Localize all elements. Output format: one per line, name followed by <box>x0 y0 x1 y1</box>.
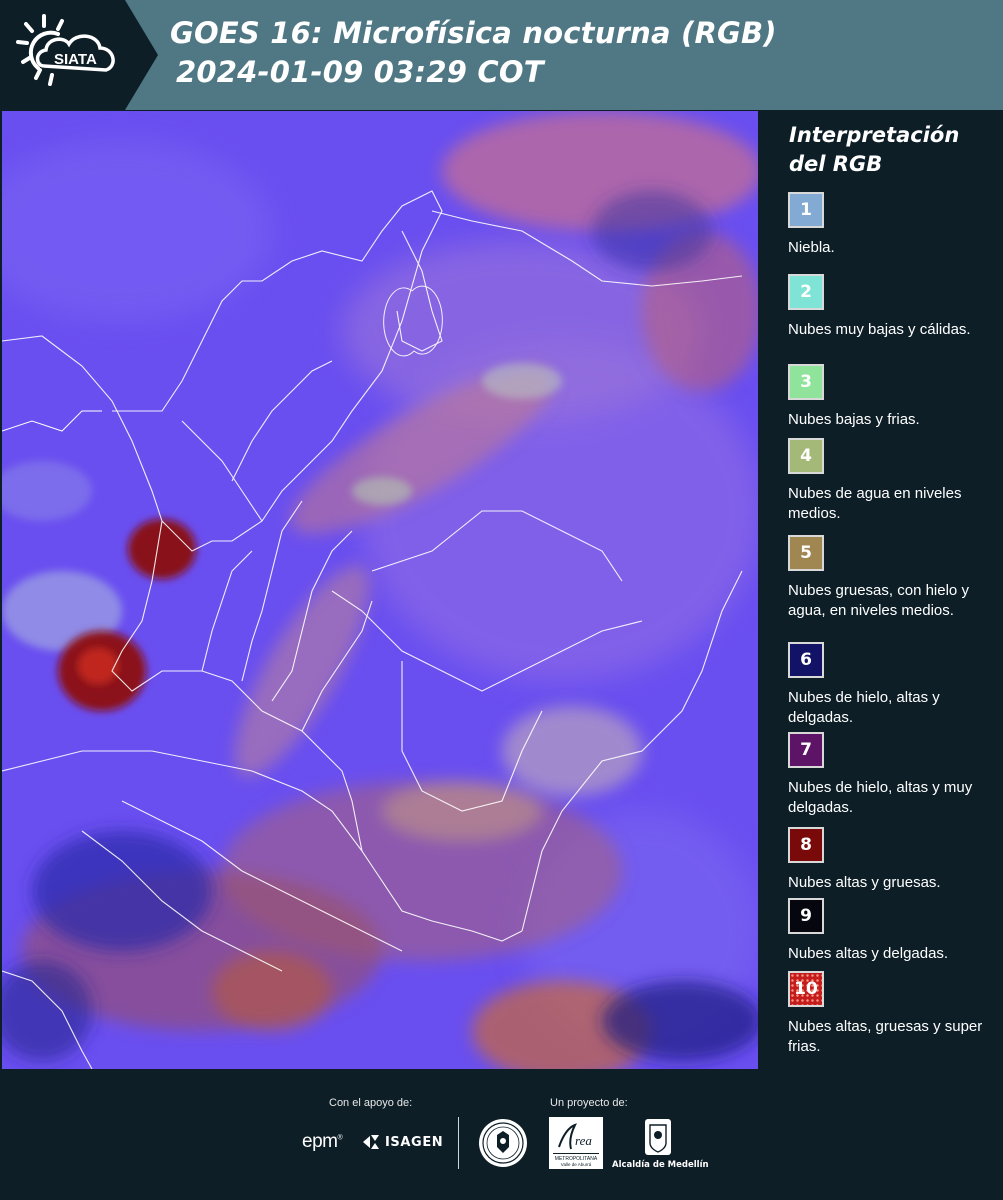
legend-swatch: 9 <box>788 898 824 934</box>
metropolitana-logo-icon: rea METROPOLITANA Valle de Aburrá <box>549 1117 603 1169</box>
svg-text:Valle de Aburrá: Valle de Aburrá <box>561 1162 592 1167</box>
legend-swatch: 3 <box>788 364 824 400</box>
isagen-logo-text: ISAGEN <box>385 1134 444 1150</box>
svg-text:rea: rea <box>575 1133 592 1148</box>
legend-label: Nubes muy bajas y cálidas. <box>788 321 971 338</box>
epm-logo-text: epm <box>302 1131 338 1152</box>
header-bar: SIATA GOES 16: Microfísica nocturna (RGB… <box>0 0 1003 110</box>
epm-logo: epm® <box>302 1131 343 1152</box>
footer-divider <box>458 1117 459 1169</box>
legend-title-line2: del RGB <box>789 152 883 176</box>
legend-label: Nubes de hielo, altas y delgadas. <box>788 689 940 726</box>
legend-panel: Interpretación del RGB 1 Niebla. 2 Nubes mu… <box>760 111 1003 1069</box>
legend-label: Nubes altas y gruesas. <box>788 874 941 891</box>
legend-label: Nubes gruesas, con hielo y agua, en nive… <box>788 582 969 619</box>
legend-swatch: 10 <box>788 971 824 1007</box>
legend-swatch: 6 <box>788 642 824 678</box>
legend-label: Nubes de hielo, altas y muy delgadas. <box>788 779 973 816</box>
project-caption: Un proyecto de: <box>550 1097 628 1109</box>
legend-swatch: 8 <box>788 827 824 863</box>
isagen-symbol-icon <box>363 1135 379 1149</box>
legend-title: Interpretación del RGB <box>789 121 999 179</box>
legend-title-line1: Interpretación <box>789 123 960 147</box>
satellite-map-icon <box>2 111 758 1069</box>
medellin-seal-icon <box>479 1119 527 1167</box>
alcaldia-logo-text: Alcaldía de Medellín <box>612 1160 709 1170</box>
legend-swatch: 2 <box>788 274 824 310</box>
satellite-map[interactable] <box>2 111 758 1069</box>
siata-logo-icon: SIATA <box>16 14 115 86</box>
legend-swatch: 7 <box>788 732 824 768</box>
alcaldia-logo: Alcaldía de Medellín <box>612 1117 709 1171</box>
legend-label: Niebla. <box>788 239 835 256</box>
logo-panel: SIATA <box>0 0 158 110</box>
legend-swatch: 5 <box>788 535 824 571</box>
page-title: GOES 16: Microfísica nocturna (RGB) <box>170 16 777 50</box>
support-caption: Con el apoyo de: <box>329 1097 413 1109</box>
page-timestamp: 2024-01-09 03:29 COT <box>176 55 544 89</box>
legend-label: Nubes de agua en niveles medios. <box>788 485 962 522</box>
footer: Con el apoyo de: Un proyecto de: epm® IS… <box>0 1069 1003 1200</box>
legend-label: Nubes altas, gruesas y super frias. <box>788 1018 983 1055</box>
legend-label: Nubes altas y delgadas. <box>788 945 949 962</box>
legend-swatch: 4 <box>788 438 824 474</box>
isagen-logo: ISAGEN <box>361 1133 443 1151</box>
legend-swatch: 1 <box>788 192 824 228</box>
alcaldia-shield-icon <box>645 1119 671 1155</box>
siata-logo-text: SIATA <box>54 51 97 68</box>
legend-label: Nubes bajas y frias. <box>788 411 920 428</box>
